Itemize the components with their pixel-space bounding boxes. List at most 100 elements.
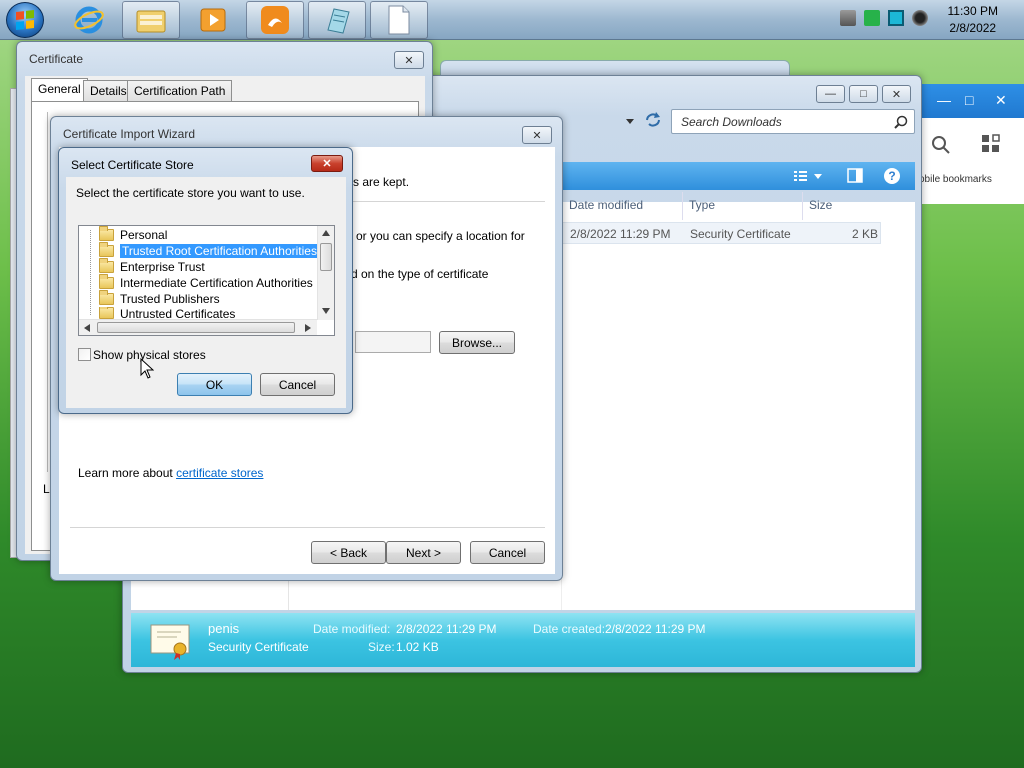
scroll-left-icon[interactable] [84,324,90,332]
details-file-name: penis [208,621,240,636]
taskbar-document[interactable] [370,1,428,39]
search-placeholder: Search Downloads [681,115,782,129]
mobile-bookmarks-label[interactable]: obile bookmarks [919,174,992,185]
svg-text:?: ? [888,169,895,183]
store-item-intermediate[interactable]: Intermediate Certification Authorities [99,274,313,291]
store-item-trusted-root[interactable]: Trusted Root Certification Authorities [99,242,320,259]
search-icon[interactable] [931,135,951,155]
store-item-label: Trusted Root Certification Authorities [119,243,320,259]
network-icon[interactable] [840,10,856,26]
learn-more-prefix: Learn more about [78,466,177,480]
folder-icon [99,258,114,273]
column-size[interactable]: Size [809,198,832,212]
details-date-created-label: Date created: [533,622,606,636]
close-icon[interactable]: ✕ [995,92,1007,109]
apps-grid-icon[interactable] [981,134,1001,154]
store-item-label: Enterprise Trust [120,260,205,274]
vertical-scrollbar[interactable] [317,226,334,320]
file-type: Security Certificate [690,227,791,241]
browse-button[interactable]: Browse... [439,331,515,354]
wizard-text-location: or you can specify a location for [356,229,525,243]
display-icon[interactable] [888,10,904,26]
folder-icon [99,274,114,289]
certificate-window-title: Certificate [29,52,84,66]
details-date-created: 2/8/2022 11:29 PM [605,622,706,636]
column-type[interactable]: Type [689,198,715,212]
store-item-personal[interactable]: Personal [99,226,167,243]
system-tray [840,10,928,26]
internet-explorer-icon [74,6,104,34]
store-item-label: Trusted Publishers [120,292,220,306]
scroll-thumb[interactable] [320,243,332,271]
wizard-title: Certificate Import Wizard [63,127,196,141]
next-button[interactable]: Next > [386,541,461,564]
hscroll-thumb[interactable] [97,322,295,333]
clock-time: 11:30 PM [947,4,998,18]
scroll-up-icon[interactable] [322,230,330,236]
store-item-untrusted[interactable]: Untrusted Certificates [99,307,235,319]
details-date-modified-label: Date modified: [313,622,391,636]
clock[interactable]: 11:30 PM 2/8/2022 [948,3,998,37]
taskbar-uc-browser[interactable] [246,1,304,39]
show-physical-checkbox[interactable] [78,348,91,361]
preview-pane-icon[interactable] [847,168,863,184]
explorer-minimize-button[interactable]: — [816,85,845,103]
details-file-type: Security Certificate [208,640,309,654]
store-dialog-client: Select the certificate store you want to… [66,177,346,408]
folder-icon [99,242,114,257]
chevron-down-icon[interactable] [625,116,635,126]
clock-date: 2/8/2022 [949,21,997,35]
explorer-close-button[interactable]: ✕ [882,85,911,103]
scroll-right-icon[interactable] [305,324,311,332]
folder-icon [99,290,114,305]
horizontal-scrollbar[interactable] [79,319,317,335]
view-options-icon[interactable] [793,169,823,183]
details-date-modified: 2/8/2022 11:29 PM [396,622,497,636]
details-pane: penis Security Certificate Date modified… [131,613,915,667]
help-icon[interactable]: ? [883,167,901,185]
store-item-label: Untrusted Certificates [120,307,236,319]
certificate-store-field[interactable] [355,331,431,353]
store-item-trusted-publishers[interactable]: Trusted Publishers [99,290,220,307]
certificate-stores-link[interactable]: certificate stores [176,466,263,480]
search-icon[interactable] [894,115,908,129]
store-tree[interactable]: Personal Trusted Root Certification Auth… [78,225,335,336]
uc-browser-icon [261,6,289,34]
wizard-text-kept: s are kept. [353,175,410,189]
windows-logo-icon [16,10,34,30]
store-cancel-button[interactable]: Cancel [260,373,335,396]
mouse-cursor-icon [140,358,154,379]
maximize-icon[interactable]: □ [965,92,973,108]
taskbar-media-player[interactable] [184,1,242,39]
tab-certification-path[interactable]: Certification Path [127,80,233,101]
certificate-file-icon [150,624,190,660]
start-button[interactable] [6,2,44,38]
tab-general[interactable]: General [31,78,88,101]
store-item-enterprise-trust[interactable]: Enterprise Trust [99,258,205,275]
ok-button[interactable]: OK [177,373,252,396]
flag-icon[interactable] [864,10,880,26]
document-icon [388,5,410,35]
store-close-button[interactable]: ✕ [311,155,343,172]
refresh-button[interactable] [643,111,665,131]
volume-icon[interactable] [912,10,928,26]
taskbar-windows-explorer[interactable] [122,1,180,39]
search-box[interactable]: Search Downloads [671,109,915,134]
select-store-dialog: Select Certificate Store ✕ Select the ce… [58,147,353,414]
details-size-label: Size: [368,640,395,654]
wizard-cancel-button[interactable]: Cancel [470,541,545,564]
file-size: 2 KB [852,227,879,241]
taskbar-notepad[interactable] [308,1,366,39]
minimize-icon[interactable]: — [937,92,951,108]
scroll-down-icon[interactable] [322,308,330,314]
back-button[interactable]: < Back [311,541,386,564]
certificate-close-button[interactable]: ✕ [394,51,424,69]
taskbar: 11:30 PM 2/8/2022 [0,0,1024,40]
store-item-label: Intermediate Certification Authorities [120,276,313,290]
wizard-close-button[interactable]: ✕ [522,126,552,144]
explorer-maximize-button[interactable]: □ [849,85,878,103]
taskbar-internet-explorer[interactable] [60,1,118,39]
folder-icon [99,307,114,319]
column-date-modified[interactable]: Date modified [569,198,643,212]
table-row[interactable]: 2/8/2022 11:29 PM Security Certificate 2… [561,222,881,244]
